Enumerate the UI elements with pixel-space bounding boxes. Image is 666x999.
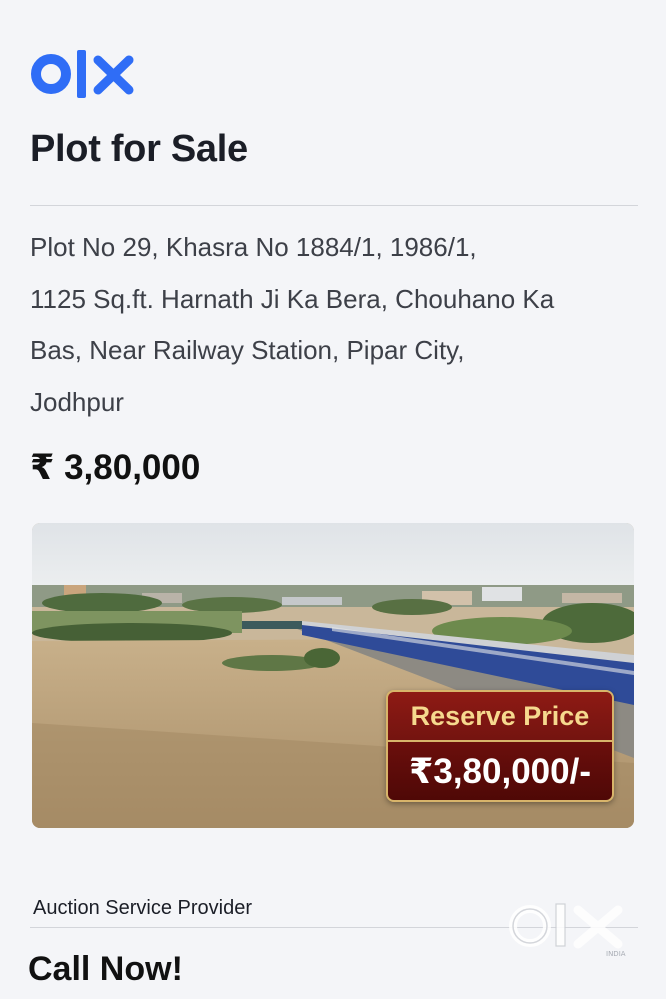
call-now-button[interactable]: Call Now! xyxy=(28,950,183,989)
reserve-price-value: ₹3,80,000/- xyxy=(388,742,612,800)
address-line: Plot No 29, Khasra No 1884/1, 1986/1, xyxy=(30,232,477,262)
page-title: Plot for Sale xyxy=(30,128,248,170)
address-line: Bas, Near Railway Station, Pipar City, xyxy=(30,335,465,365)
reserve-price-label: Reserve Price xyxy=(388,692,612,740)
address-line: Jodhpur xyxy=(30,386,124,417)
auction-provider-label: Auction Service Provider xyxy=(33,897,252,919)
divider xyxy=(30,205,638,206)
olx-logo xyxy=(31,50,134,98)
reserve-price-badge: Reserve Price ₹3,80,000/- xyxy=(386,690,614,802)
address-line: 1125 Sq.ft. Harnath Ji Ka Bera, Chouhano… xyxy=(30,283,555,314)
watermark-sub: INDIA xyxy=(606,950,626,958)
olx-watermark: INDIA xyxy=(509,903,626,958)
property-address: Plot No 29, Khasra No 1884/1, 1986/1, 11… xyxy=(30,222,630,428)
listing-price: ₹ 3,80,000 xyxy=(30,448,201,487)
property-photo[interactable]: Reserve Price ₹3,80,000/- xyxy=(32,523,634,828)
